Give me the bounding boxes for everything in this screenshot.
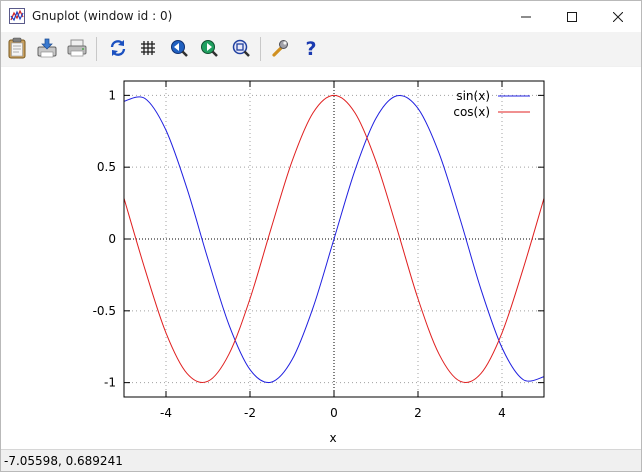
printer-button[interactable] [65, 36, 89, 60]
help-button[interactable]: ? [299, 36, 323, 60]
grid-icon [141, 41, 155, 55]
toolbar-separator [96, 37, 97, 61]
gnuplot-window: Gnuplot (window id : 0) ? -4 -2 0 2 4 -1… [0, 0, 642, 472]
options-button[interactable] [268, 36, 292, 60]
window-title: Gnuplot (window id : 0) [32, 9, 173, 23]
minimize-button[interactable] [503, 1, 549, 32]
x-tick-label: 0 [330, 406, 338, 420]
y-tick-label: -0.5 [93, 304, 116, 318]
x-axis-label: x [329, 431, 336, 445]
help-icon: ? [305, 38, 316, 58]
zoom-reset-button[interactable] [229, 36, 253, 60]
maximize-icon [567, 11, 577, 22]
zoom-reset-icon [232, 39, 250, 57]
mouse-coordinates-readout: -7.05598, 0.689241 [4, 454, 123, 468]
minimize-icon [521, 16, 531, 17]
x-tick-label: -4 [160, 406, 172, 420]
print-icon [37, 38, 57, 58]
clipboard-icon [8, 37, 26, 59]
y-tick-label: 1 [108, 88, 116, 102]
zoom-previous-button[interactable] [167, 36, 191, 60]
maximize-button[interactable] [549, 1, 595, 32]
gnuplot-app-icon [9, 8, 25, 24]
zoom-next-icon [201, 40, 218, 57]
x-tick-label: 2 [414, 406, 422, 420]
close-button[interactable] [595, 1, 641, 32]
close-icon [613, 11, 623, 22]
toggle-grid-button[interactable] [136, 36, 160, 60]
options-wrench-icon [272, 40, 288, 57]
toolbar: ? [1, 32, 641, 67]
print-button[interactable] [35, 36, 59, 60]
plot-area[interactable]: -4 -2 0 2 4 -1 -0.5 0 0.5 1 x sin(x) cos(x) [1, 67, 641, 449]
replot-button[interactable] [106, 36, 130, 60]
zoom-previous-icon [171, 40, 188, 57]
toolbar-separator [260, 37, 261, 61]
status-bar: -7.05598, 0.689241 [1, 449, 641, 471]
x-tick-label: 4 [498, 406, 506, 420]
legend-label-0: sin(x) [456, 89, 490, 103]
printer-icon [67, 39, 87, 57]
legend: sin(x) cos(x) [453, 89, 530, 119]
y-tick-label: 0 [108, 232, 116, 246]
x-tick-label: -2 [244, 406, 256, 420]
title-bar[interactable]: Gnuplot (window id : 0) [1, 1, 641, 32]
svg-text:?: ? [305, 38, 316, 58]
chart[interactable]: -4 -2 0 2 4 -1 -0.5 0 0.5 1 x sin(x) cos(x) [1, 67, 641, 449]
y-tick-label: -1 [104, 376, 116, 390]
zoom-next-button[interactable] [197, 36, 221, 60]
replot-icon [110, 40, 126, 56]
copy-to-clipboard-button[interactable] [5, 36, 29, 60]
y-tick-label: 0.5 [97, 160, 116, 174]
legend-label-1: cos(x) [453, 105, 490, 119]
